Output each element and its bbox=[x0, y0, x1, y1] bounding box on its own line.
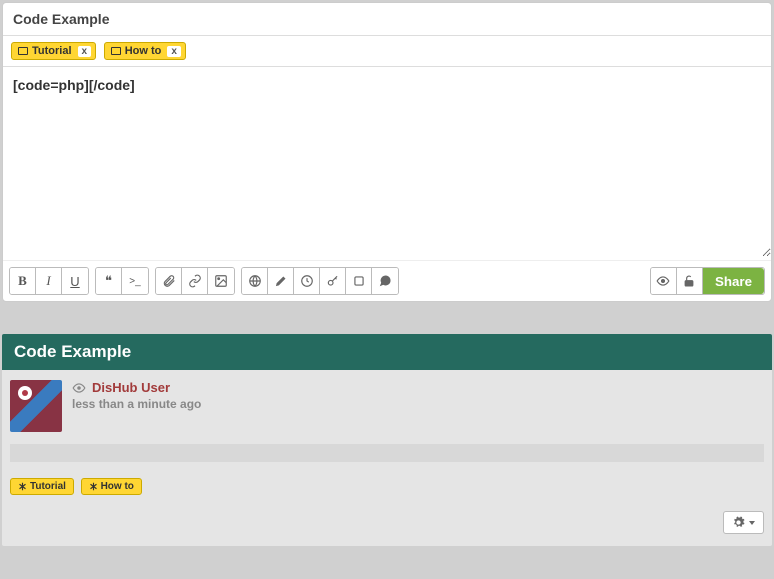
format-group: B I U bbox=[9, 267, 89, 295]
post-body bbox=[10, 444, 764, 462]
gear-icon bbox=[732, 516, 745, 529]
comment-button[interactable] bbox=[372, 268, 398, 294]
square-icon bbox=[352, 274, 366, 288]
preview-button[interactable] bbox=[651, 268, 677, 294]
attach-group bbox=[155, 267, 235, 295]
post-tag-label: How to bbox=[101, 481, 134, 492]
share-button[interactable]: Share bbox=[703, 268, 764, 294]
tag-icon bbox=[18, 47, 28, 55]
author-name[interactable]: DisHub User bbox=[92, 380, 170, 395]
asterisk-icon bbox=[18, 482, 27, 491]
link-button[interactable] bbox=[182, 268, 208, 294]
post-footer bbox=[2, 505, 772, 546]
bold-button[interactable]: B bbox=[10, 268, 36, 294]
tag-row[interactable]: Tutorial x How to x bbox=[3, 36, 771, 67]
post-tag-howto[interactable]: How to bbox=[81, 478, 142, 495]
tag-remove-button[interactable]: x bbox=[78, 46, 92, 57]
tag-icon bbox=[111, 47, 121, 55]
globe-icon bbox=[248, 274, 262, 288]
underline-button[interactable]: U bbox=[62, 268, 88, 294]
post-tags: Tutorial How to bbox=[2, 474, 772, 505]
tag-chip-tutorial[interactable]: Tutorial x bbox=[11, 42, 96, 60]
code-button[interactable]: >_ bbox=[122, 268, 148, 294]
post-meta: DisHub User less than a minute ago bbox=[2, 370, 772, 444]
key-icon bbox=[326, 274, 340, 288]
tag-label: Tutorial bbox=[32, 45, 72, 57]
pen-button[interactable] bbox=[268, 268, 294, 294]
clock-button[interactable] bbox=[294, 268, 320, 294]
title-input[interactable] bbox=[13, 11, 761, 27]
asterisk-icon bbox=[89, 482, 98, 491]
pen-icon bbox=[274, 274, 288, 288]
editor-panel: Tutorial x How to x B I U ❝ >_ bbox=[2, 2, 772, 302]
post-tag-label: Tutorial bbox=[30, 481, 66, 492]
comment-icon bbox=[378, 274, 392, 288]
toolbar: B I U ❝ >_ bbox=[3, 260, 771, 301]
chevron-down-icon bbox=[749, 521, 755, 525]
square-button[interactable] bbox=[346, 268, 372, 294]
eye-icon bbox=[656, 274, 670, 288]
unlock-icon bbox=[682, 274, 696, 288]
insert-group-1: ❝ >_ bbox=[95, 267, 149, 295]
title-bar bbox=[3, 3, 771, 36]
post-panel: Code Example DisHub User less than a min… bbox=[2, 334, 772, 546]
post-title: Code Example bbox=[2, 334, 772, 370]
tag-remove-button[interactable]: x bbox=[167, 46, 181, 57]
image-icon bbox=[214, 274, 228, 288]
lock-button[interactable] bbox=[677, 268, 703, 294]
italic-button[interactable]: I bbox=[36, 268, 62, 294]
post-tag-tutorial[interactable]: Tutorial bbox=[10, 478, 74, 495]
tag-chip-howto[interactable]: How to x bbox=[104, 42, 186, 60]
image-button[interactable] bbox=[208, 268, 234, 294]
content-editor[interactable] bbox=[3, 67, 771, 257]
eye-icon bbox=[72, 381, 86, 395]
paperclip-icon bbox=[162, 274, 176, 288]
clock-icon bbox=[300, 274, 314, 288]
tag-label: How to bbox=[125, 45, 162, 57]
avatar[interactable] bbox=[10, 380, 62, 432]
link-icon bbox=[188, 274, 202, 288]
attach-button[interactable] bbox=[156, 268, 182, 294]
key-button[interactable] bbox=[320, 268, 346, 294]
publish-group: Share bbox=[650, 267, 765, 295]
post-time: less than a minute ago bbox=[72, 397, 201, 411]
globe-button[interactable] bbox=[242, 268, 268, 294]
quote-button[interactable]: ❝ bbox=[96, 268, 122, 294]
author-line: DisHub User bbox=[72, 380, 201, 395]
misc-group bbox=[241, 267, 399, 295]
settings-button[interactable] bbox=[723, 511, 764, 534]
